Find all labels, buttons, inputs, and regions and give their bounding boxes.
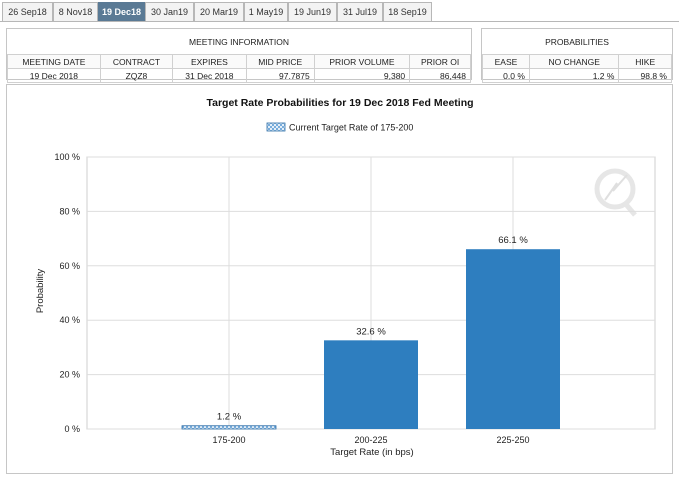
data-label: 32.6 % bbox=[356, 326, 386, 337]
tab-1may19[interactable]: 1 May19 bbox=[244, 2, 288, 21]
col-no-change: NO CHANGE bbox=[528, 54, 620, 69]
legend-label: Current Target Rate of 175-200 bbox=[289, 123, 413, 133]
tab-underline bbox=[0, 21, 679, 22]
prior-volume-value: 9,380 bbox=[313, 68, 411, 83]
x-tick-label: 225-250 bbox=[496, 435, 529, 445]
cme-q-logo-icon bbox=[594, 168, 637, 217]
tab-18sep19[interactable]: 18 Sep19 bbox=[383, 2, 432, 21]
ease-value: 0.0 % bbox=[482, 68, 530, 83]
mid-price-value: 97.7875 bbox=[245, 68, 315, 83]
tab-20mar19[interactable]: 20 Mar19 bbox=[194, 2, 244, 21]
col-mid-price: MID PRICE bbox=[245, 54, 315, 69]
y-tick-label: 60 % bbox=[59, 261, 80, 271]
bar-200-225 bbox=[324, 340, 418, 429]
col-ease: EASE bbox=[482, 54, 530, 69]
tab-19jun19[interactable]: 19 Jun19 bbox=[288, 2, 337, 21]
y-tick-label: 80 % bbox=[59, 206, 80, 216]
contract-value: ZQZ8 bbox=[99, 68, 174, 83]
data-label: 1.2 % bbox=[217, 412, 242, 423]
expires-value: 31 Dec 2018 bbox=[172, 68, 247, 83]
meeting-info-title: MEETING INFORMATION bbox=[7, 29, 471, 55]
no-change-value: 1.2 % bbox=[528, 68, 620, 83]
y-tick-label: 100 % bbox=[54, 152, 80, 162]
x-axis-label: Target Rate (in bps) bbox=[330, 447, 413, 458]
bar-175-200 bbox=[181, 425, 277, 430]
prior-oi-value: 86,448 bbox=[409, 68, 471, 83]
y-tick-label: 0 % bbox=[64, 424, 80, 434]
tab-30jan19[interactable]: 30 Jan19 bbox=[145, 2, 194, 21]
probabilities-panel: PROBABILITIES EASE NO CHANGE HIKE 0.0 % … bbox=[481, 28, 673, 83]
table-row: 19 Dec 2018 ZQZ8 31 Dec 2018 97.7875 9,3… bbox=[7, 68, 471, 83]
data-label: 66.1 % bbox=[498, 235, 528, 246]
tab-31jul19[interactable]: 31 Jul19 bbox=[337, 2, 383, 21]
probabilities-table: PROBABILITIES EASE NO CHANGE HIKE 0.0 % … bbox=[482, 29, 672, 83]
col-expires: EXPIRES bbox=[172, 54, 247, 69]
probability-chart: Target Rate Probabilities for 19 Dec 201… bbox=[35, 97, 656, 458]
bar-225-250 bbox=[466, 249, 560, 429]
tab-8nov18[interactable]: 8 Nov18 bbox=[53, 2, 98, 21]
col-prior-volume: PRIOR VOLUME bbox=[313, 54, 411, 69]
tab-19dec18[interactable]: 19 Dec18 bbox=[98, 2, 145, 21]
x-tick-label: 200-225 bbox=[354, 435, 387, 445]
hike-value: 98.8 % bbox=[618, 68, 672, 83]
meeting-date-value: 19 Dec 2018 bbox=[7, 68, 101, 83]
x-tick-label: 175-200 bbox=[212, 435, 245, 445]
probabilities-title: PROBABILITIES bbox=[482, 29, 672, 55]
meeting-tabs: 26 Sep18 8 Nov18 19 Dec18 30 Jan19 20 Ma… bbox=[0, 0, 679, 22]
y-tick-label: 20 % bbox=[59, 370, 80, 380]
meeting-info-table: MEETING INFORMATION MEETING DATE CONTRAC… bbox=[7, 29, 471, 83]
y-axis-label: Probability bbox=[35, 269, 46, 314]
chart-title: Target Rate Probabilities for 19 Dec 201… bbox=[206, 97, 473, 109]
table-row: 0.0 % 1.2 % 98.8 % bbox=[482, 68, 672, 83]
tab-26sep18[interactable]: 26 Sep18 bbox=[2, 2, 53, 21]
chart-panel: Target Rate Probabilities for 19 Dec 201… bbox=[6, 84, 673, 474]
legend-swatch bbox=[266, 122, 286, 132]
col-hike: HIKE bbox=[618, 54, 672, 69]
col-contract: CONTRACT bbox=[99, 54, 174, 69]
col-prior-oi: PRIOR OI bbox=[409, 54, 471, 69]
meeting-info-panel: MEETING INFORMATION MEETING DATE CONTRAC… bbox=[6, 28, 472, 83]
col-meeting-date: MEETING DATE bbox=[7, 54, 101, 69]
y-tick-label: 40 % bbox=[59, 315, 80, 325]
